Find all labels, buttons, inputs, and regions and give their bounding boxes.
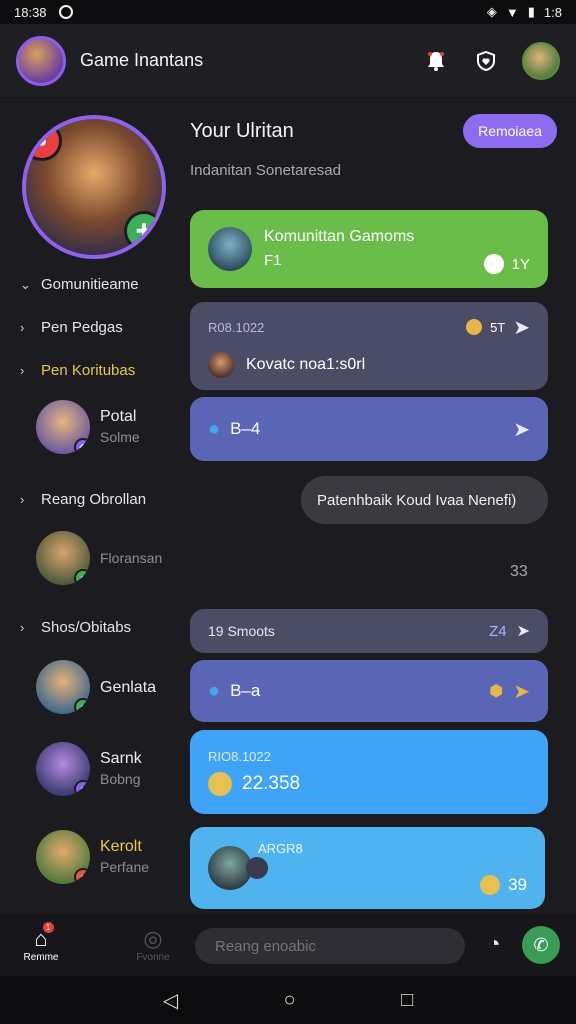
member-avatar: ● bbox=[36, 660, 90, 714]
status-badge: ● bbox=[74, 569, 90, 585]
coin-icon bbox=[466, 319, 483, 335]
emoji-icon bbox=[480, 875, 501, 895]
profile-avatar[interactable]: ● ✚ bbox=[22, 115, 166, 259]
shield-icon: ⬢ bbox=[489, 683, 504, 700]
bell-icon[interactable] bbox=[422, 47, 450, 75]
member-item[interactable]: ◆ Potal Solme bbox=[36, 400, 140, 454]
person-icon: ● bbox=[208, 679, 221, 702]
status-badge: ● bbox=[74, 868, 90, 884]
chat-input[interactable] bbox=[195, 928, 465, 964]
chevron-right-icon: › bbox=[20, 320, 25, 335]
member-avatar: ● bbox=[36, 830, 90, 884]
send-icon[interactable]: ➤ bbox=[513, 315, 530, 340]
team-avatar-small bbox=[246, 857, 268, 879]
coin-icon bbox=[208, 771, 232, 796]
signal-icon: ◈ bbox=[486, 4, 497, 19]
app-bar: Game Inantans bbox=[0, 24, 576, 98]
status-badge: ● bbox=[74, 780, 90, 796]
community-card[interactable]: Komunittan Gamoms F1 1Y bbox=[190, 210, 548, 288]
gamepad-icon[interactable]: ✚ bbox=[124, 211, 162, 251]
system-nav-bar: ◁ ○ □ bbox=[0, 976, 576, 1024]
sender-avatar bbox=[208, 351, 234, 378]
status-bar: 18:38 ◈ ▼ ▮ 1:8 bbox=[0, 0, 576, 24]
tab-home[interactable]: ⌂ 1 Remme bbox=[0, 922, 82, 963]
person-icon: ● bbox=[208, 417, 221, 440]
chevron-right-icon: › bbox=[20, 363, 25, 378]
home-icon: ⌂ 1 bbox=[34, 922, 54, 952]
send-icon[interactable]: ➤ bbox=[513, 679, 530, 704]
chat-icon[interactable]: ● bbox=[26, 121, 62, 161]
clock-icon bbox=[483, 254, 504, 274]
member-avatar: ● bbox=[36, 531, 90, 585]
member-item[interactable]: ● Genlata bbox=[36, 660, 156, 714]
app-logo-avatar[interactable] bbox=[16, 35, 66, 86]
status-badge: ● bbox=[74, 698, 90, 714]
status-time: 18:38 bbox=[14, 4, 47, 20]
chevron-down-icon: ⌄ bbox=[20, 276, 31, 292]
notification-dot-icon bbox=[58, 5, 73, 19]
back-icon[interactable]: ◁ bbox=[163, 988, 178, 1013]
home-nav-icon[interactable]: ○ bbox=[284, 989, 296, 1012]
section-title: Your Ulritan bbox=[190, 120, 294, 142]
member-item[interactable]: ● Sarnk Bobng bbox=[36, 742, 142, 796]
section-subtitle: Indanitan Sonetaresad bbox=[190, 162, 341, 179]
send-icon[interactable]: ➤ bbox=[513, 417, 530, 442]
member-item[interactable]: ● Floransan bbox=[36, 531, 162, 585]
recents-icon[interactable]: □ bbox=[401, 989, 413, 1012]
sidebar-section-3[interactable]: › Pen Koritubas bbox=[20, 362, 135, 379]
tab-search[interactable]: ◎ Fvonne bbox=[112, 926, 194, 963]
phone-icon[interactable]: ✆ bbox=[522, 926, 560, 964]
member-avatar: ◆ bbox=[36, 400, 90, 454]
primary-button[interactable]: Remoiaea bbox=[463, 114, 557, 148]
user-avatar[interactable] bbox=[522, 41, 560, 80]
member-item[interactable]: ● Kerolt Perfane bbox=[36, 830, 149, 884]
battery-icon: ▮ bbox=[527, 4, 535, 19]
sticker-row[interactable]: 19 Smoots Z4 ➤ bbox=[190, 609, 548, 653]
voice-card[interactable]: ● B–4 ➤ bbox=[190, 397, 548, 461]
sidebar-section-5[interactable]: › Shos/Obitabs bbox=[20, 619, 131, 636]
sidebar-section-2[interactable]: › Pen Pedgas bbox=[20, 319, 123, 336]
chevron-right-icon: › bbox=[20, 620, 25, 635]
member-avatar: ● bbox=[36, 742, 90, 796]
page-title: Game Inantans bbox=[80, 50, 204, 70]
chat-bubble: Patenhbaik Koud Ivaa Nenefi) bbox=[301, 476, 548, 524]
message-count: 33 bbox=[510, 563, 528, 580]
chat-bubble-icon[interactable]: ◔ bbox=[478, 928, 510, 960]
team-card[interactable]: ARGR8 39 bbox=[190, 827, 545, 909]
battery-level: 1:8 bbox=[543, 4, 562, 20]
message-card[interactable]: R08.1022 5T ➤ Kovatc noa1:s0rl bbox=[190, 302, 548, 390]
search-icon: ◎ bbox=[143, 926, 163, 951]
sidebar-section-4[interactable]: › Reang Obrollan bbox=[20, 491, 146, 508]
wifi-icon: ▼ bbox=[505, 4, 519, 20]
voice-card[interactable]: ● B–a ⬢ ➤ bbox=[190, 660, 548, 722]
shield-heart-icon[interactable] bbox=[472, 47, 500, 75]
community-avatar bbox=[208, 227, 252, 271]
chevron-right-icon: › bbox=[20, 492, 25, 507]
status-badge: ◆ bbox=[74, 438, 90, 454]
score-card[interactable]: RIO8.1022 22.358 bbox=[190, 730, 548, 814]
sidebar-section-1[interactable]: ⌄ Gomunitieame bbox=[20, 276, 139, 293]
send-icon[interactable]: ➤ bbox=[517, 621, 530, 641]
